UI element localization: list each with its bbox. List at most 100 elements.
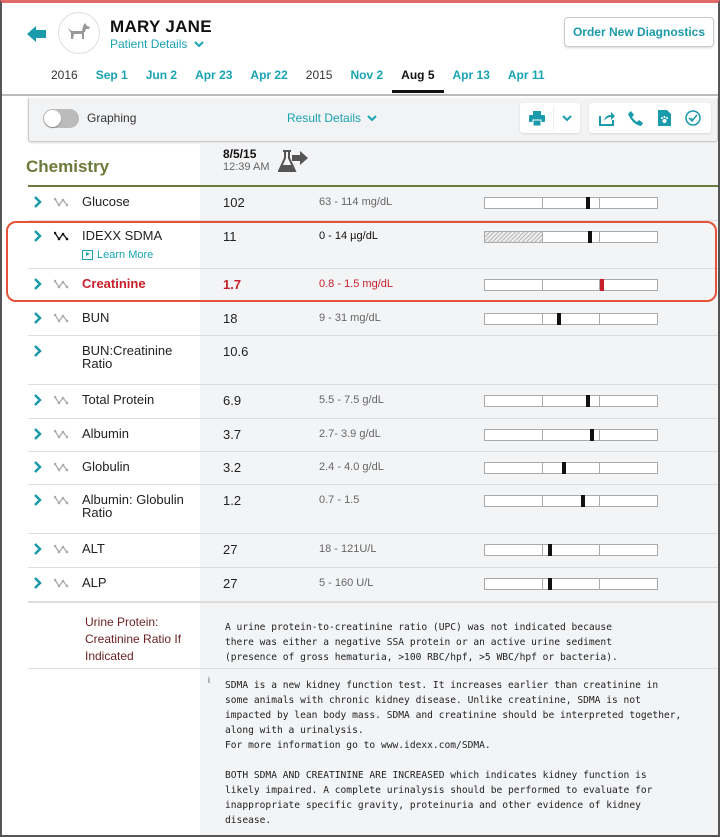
expand-chevron-icon[interactable] xyxy=(33,229,43,243)
upc-note: A urine protein-to-creatinine ratio (UPC… xyxy=(225,622,618,663)
test-value: 102 xyxy=(223,195,245,210)
tab-date[interactable]: Apr 22 xyxy=(241,65,296,93)
range-bar-hatch xyxy=(485,232,542,242)
test-name: ALP xyxy=(82,575,107,590)
learn-more-link[interactable]: Learn More xyxy=(82,249,153,261)
range-low-divider xyxy=(542,232,543,242)
result-row[interactable]: Total Protein 6.9 5.5 - 7.5 g/dL xyxy=(28,385,718,419)
share-icon xyxy=(599,111,616,126)
trend-icon[interactable] xyxy=(54,279,70,289)
tab-date[interactable]: Jun 2 xyxy=(137,65,186,93)
tab-date[interactable]: Apr 23 xyxy=(186,65,241,93)
expand-chevron-icon[interactable] xyxy=(33,311,43,325)
expand-chevron-icon[interactable] xyxy=(33,542,43,556)
expand-chevron-icon[interactable] xyxy=(33,344,43,358)
tab-date[interactable]: Apr 13 xyxy=(444,65,499,93)
dog-icon xyxy=(68,23,90,39)
trend-icon[interactable] xyxy=(54,544,70,554)
check-circle-icon xyxy=(685,110,701,126)
result-details-dropdown[interactable]: Result Details xyxy=(287,111,378,125)
flask-arrow-icon xyxy=(277,150,308,172)
tab-date[interactable]: Apr 11 xyxy=(499,65,554,93)
call-button[interactable] xyxy=(624,106,648,130)
range-bar xyxy=(484,395,658,407)
trend-icon[interactable] xyxy=(54,313,70,323)
section-title: Chemistry xyxy=(26,157,110,176)
pet-record-button[interactable] xyxy=(652,106,676,130)
mark-reviewed-button[interactable] xyxy=(681,106,705,130)
expand-chevron-icon[interactable] xyxy=(33,460,43,474)
trend-icon[interactable] xyxy=(54,197,70,207)
reference-range: 0.7 - 1.5 xyxy=(319,494,360,506)
trend-icon[interactable] xyxy=(54,462,70,472)
result-row[interactable]: Creatinine 1.7 0.8 - 1.5 mg/dL xyxy=(28,269,718,303)
test-name: Albumin: Globulin Ratio xyxy=(82,492,184,520)
test-name: Glucose xyxy=(82,194,130,209)
test-name: Creatinine xyxy=(82,276,146,291)
trend-icon[interactable] xyxy=(54,495,70,505)
print-options-button[interactable] xyxy=(554,106,580,130)
back-button[interactable] xyxy=(26,23,48,45)
reference-range: 5 - 160 U/L xyxy=(319,577,374,589)
print-icon xyxy=(528,110,545,126)
share-button[interactable] xyxy=(595,106,619,130)
range-low-divider xyxy=(542,496,543,506)
expand-chevron-icon[interactable] xyxy=(33,277,43,291)
year-label: 2015 xyxy=(305,68,333,82)
chevron-down-icon xyxy=(194,41,204,48)
tab-date[interactable]: Sep 1 xyxy=(87,65,137,93)
result-row[interactable]: BUN:Creatinine Ratio 10.6 xyxy=(28,336,718,385)
test-value: 27 xyxy=(223,576,238,591)
trend-icon[interactable] xyxy=(54,429,70,439)
expand-chevron-icon[interactable] xyxy=(33,576,43,590)
tab-date[interactable]: Nov 2 xyxy=(341,65,392,93)
result-row[interactable]: IDEXX SDMA 11 0 - 14 µg/dL Learn More xyxy=(28,221,718,269)
range-bar xyxy=(484,313,658,325)
test-name: Total Protein xyxy=(82,392,155,407)
range-high-divider xyxy=(599,232,600,242)
reference-range: 9 - 31 mg/dL xyxy=(319,312,381,324)
reference-range: 5.5 - 7.5 g/dL xyxy=(319,394,384,406)
run-date: 8/5/15 xyxy=(223,147,257,161)
patient-details-dropdown[interactable]: Patient Details xyxy=(110,37,204,51)
graphing-toggle[interactable] xyxy=(43,109,79,128)
lab-send-indicator[interactable] xyxy=(277,149,310,175)
result-marker xyxy=(548,578,553,590)
test-value: 1.2 xyxy=(223,493,242,508)
test-value: 1.7 xyxy=(223,277,242,292)
trend-icon[interactable] xyxy=(54,231,70,241)
range-bar xyxy=(484,462,658,474)
test-value: 3.7 xyxy=(223,427,242,442)
year-label: 2016 xyxy=(51,68,78,82)
expand-chevron-icon[interactable] xyxy=(33,195,43,209)
result-row[interactable]: Albumin: Globulin Ratio 1.2 0.7 - 1.5 xyxy=(28,485,718,534)
result-row[interactable]: Albumin 3.7 2.7- 3.9 g/dL xyxy=(28,419,718,452)
result-row[interactable]: Globulin 3.2 2.4 - 4.0 g/dL xyxy=(28,452,718,485)
trend-icon[interactable] xyxy=(54,395,70,405)
result-row[interactable]: ALP 27 5 - 160 U/L xyxy=(28,568,718,602)
expand-chevron-icon[interactable] xyxy=(33,393,43,407)
result-row[interactable]: BUN 18 9 - 31 mg/dL xyxy=(28,303,718,336)
trend-icon[interactable] xyxy=(54,578,70,588)
print-button[interactable] xyxy=(520,106,554,130)
test-value: 6.9 xyxy=(223,393,242,408)
expand-chevron-icon[interactable] xyxy=(33,427,43,441)
range-bar xyxy=(484,578,658,590)
patient-header: MARY JANE Patient Details Order New Diag… xyxy=(2,3,718,96)
action-group xyxy=(589,103,711,133)
test-value: 3.2 xyxy=(223,460,242,475)
tab-date[interactable]: Aug 5 xyxy=(392,65,444,93)
reference-range: 2.4 - 4.0 g/dL xyxy=(319,461,384,473)
range-bar xyxy=(484,279,658,291)
reference-range: 0.8 - 1.5 mg/dL xyxy=(319,278,393,290)
test-name: ALT xyxy=(82,541,105,556)
order-new-diagnostics-button[interactable]: Order New Diagnostics xyxy=(564,17,714,47)
result-row[interactable]: ALT 27 18 - 121U/L xyxy=(28,534,718,568)
result-row[interactable]: Glucose 102 63 - 114 mg/dL xyxy=(28,187,718,221)
result-marker xyxy=(600,279,604,291)
range-high-divider xyxy=(599,430,600,440)
test-name: BUN xyxy=(82,310,110,325)
range-high-divider xyxy=(599,545,600,555)
note-divider xyxy=(28,668,718,669)
expand-chevron-icon[interactable] xyxy=(33,493,43,507)
